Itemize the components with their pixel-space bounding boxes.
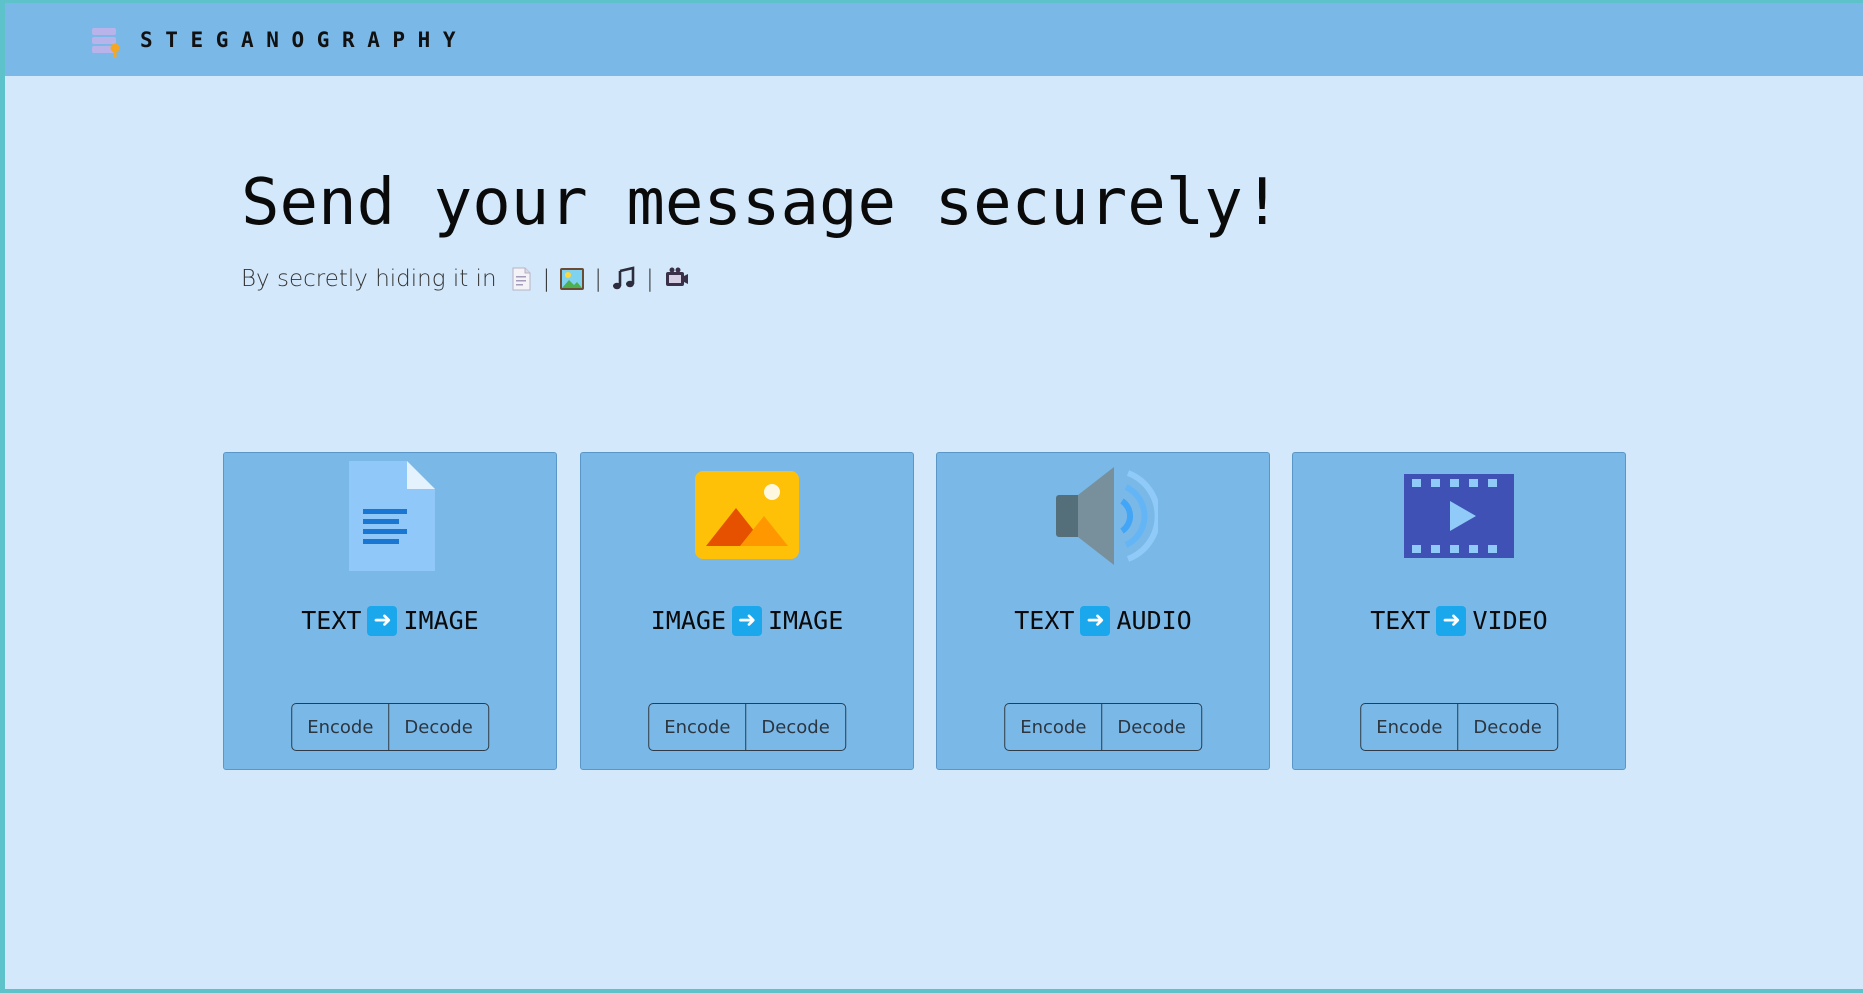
encode-button[interactable]: Encode [1361,704,1457,750]
card-title: TEXT ➜ AUDIO [937,605,1269,637]
decode-button[interactable]: Decode [1101,704,1200,750]
card-title: TEXT ➜ VIDEO [1293,605,1625,637]
card-title-to: VIDEO [1472,606,1548,635]
card-title-to: AUDIO [1116,606,1192,635]
card-title-from: TEXT [1014,606,1075,635]
card-title: TEXT ➜ IMAGE [224,605,556,637]
card-image-to-image: IMAGE ➜ IMAGE Encode Decode [580,452,914,770]
card-text-to-video: TEXT ➜ VIDEO Encode Decode [1292,452,1626,770]
film-icon [1404,474,1514,558]
action-button-group: Encode Decode [1360,703,1558,751]
encode-button[interactable]: Encode [292,704,388,750]
arrow-right-icon: ➜ [1436,606,1467,636]
action-button-group: Encode Decode [648,703,846,751]
arrow-right-icon: ➜ [367,606,398,636]
separator: | [594,266,603,292]
decode-button[interactable]: Decode [388,704,487,750]
page: STEGANOGRAPHY Send your message securely… [5,3,1863,989]
card-text-to-image: TEXT ➜ IMAGE Encode Decode [223,452,557,770]
database-key-icon[interactable] [89,25,123,59]
action-button-group: Encode Decode [1004,703,1202,751]
encode-button[interactable]: Encode [649,704,745,750]
video-camera-icon [665,267,688,286]
brand-title[interactable]: STEGANOGRAPHY [140,25,468,55]
navbar: STEGANOGRAPHY [5,3,1863,76]
card-title-to: IMAGE [403,606,479,635]
separator: | [646,266,654,292]
card-title-from: TEXT [301,606,362,635]
image-icon [695,471,799,559]
hero-subtitle-text: By secretly hiding it in [241,266,497,292]
decode-button[interactable]: Decode [1457,704,1556,750]
music-notes-icon [613,266,635,290]
card-title-from: IMAGE [650,606,726,635]
hero-subtitle: By secretly hiding it in | | | [241,261,690,297]
arrow-right-icon: ➜ [732,606,762,636]
document-icon [512,267,531,291]
action-button-group: Encode Decode [291,703,489,751]
arrow-right-icon: ➜ [1080,606,1111,636]
document-icon [349,461,435,571]
hero-title: Send your message securely! [241,166,1282,240]
speaker-icon [1056,467,1158,565]
card-title: IMAGE ➜ IMAGE [581,605,913,637]
separator: | [542,266,551,292]
card-title-to: IMAGE [768,606,844,635]
card-text-to-audio: TEXT ➜ AUDIO Encode Decode [936,452,1270,770]
card-title-from: TEXT [1370,606,1431,635]
decode-button[interactable]: Decode [745,704,844,750]
encode-button[interactable]: Encode [1005,704,1101,750]
picture-icon [560,268,585,290]
